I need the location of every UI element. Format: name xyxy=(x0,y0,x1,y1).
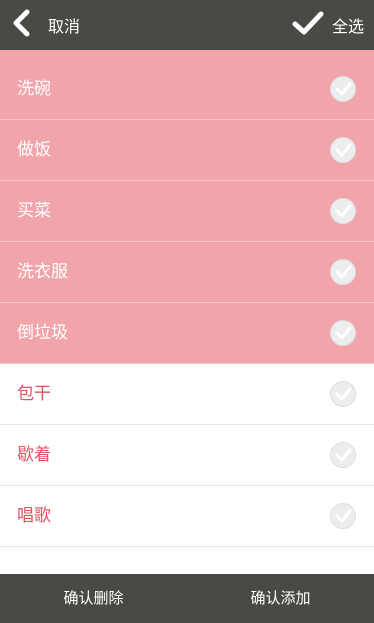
check-icon xyxy=(335,509,352,523)
cancel-button[interactable]: 取消 xyxy=(10,0,80,50)
checkbox[interactable] xyxy=(330,381,356,407)
checkbox[interactable] xyxy=(330,503,356,529)
checkbox[interactable] xyxy=(330,442,356,468)
check-icon xyxy=(335,326,352,340)
top-bar: 取消 全选 xyxy=(0,0,374,50)
list-item-label: 洗衣服 xyxy=(17,262,68,282)
list-item[interactable]: 包干 xyxy=(0,364,374,425)
list-item[interactable]: 倒垃圾 xyxy=(0,303,374,364)
select-all-button[interactable]: 全选 xyxy=(292,0,364,50)
checkbox[interactable] xyxy=(330,259,356,285)
list-item-partial[interactable] xyxy=(0,547,374,574)
check-icon xyxy=(335,387,352,401)
list-item[interactable]: 洗衣服 xyxy=(0,242,374,303)
list-item[interactable]: 唱歌 xyxy=(0,486,374,547)
list-item[interactable]: 洗碗 xyxy=(0,59,374,120)
list-item[interactable]: 歇着 xyxy=(0,425,374,486)
check-icon xyxy=(335,265,352,279)
bottom-bar: 确认删除 确认添加 xyxy=(0,574,374,623)
list-item-label: 做饭 xyxy=(17,140,51,160)
checkbox[interactable] xyxy=(330,76,356,102)
check-icon xyxy=(335,82,352,96)
confirm-delete-button[interactable]: 确认删除 xyxy=(0,574,187,623)
list-item[interactable]: 做饭 xyxy=(0,120,374,181)
list-item[interactable]: 买菜 xyxy=(0,181,374,242)
check-icon xyxy=(335,448,352,462)
checkmark-icon xyxy=(292,10,324,40)
check-icon xyxy=(335,204,352,218)
check-icon xyxy=(335,143,352,157)
checkbox[interactable] xyxy=(330,137,356,163)
checkbox[interactable] xyxy=(330,198,356,224)
cancel-label: 取消 xyxy=(48,17,81,36)
list-item-label: 歇着 xyxy=(17,445,51,465)
checkbox[interactable] xyxy=(330,320,356,346)
list-top-strip xyxy=(0,50,374,59)
list-item-label: 包干 xyxy=(17,384,51,404)
select-all-label: 全选 xyxy=(331,17,364,36)
back-arrow-icon xyxy=(10,9,34,41)
task-list: 洗碗 做饭 买菜 洗衣服 倒垃圾 包干 歇着 唱歌 xyxy=(0,50,374,574)
list-item-label: 倒垃圾 xyxy=(17,323,68,343)
list-item-label: 洗碗 xyxy=(17,79,51,99)
confirm-add-button[interactable]: 确认添加 xyxy=(187,574,374,623)
list-item-label: 唱歌 xyxy=(17,506,51,526)
list-item-label: 买菜 xyxy=(17,201,51,221)
